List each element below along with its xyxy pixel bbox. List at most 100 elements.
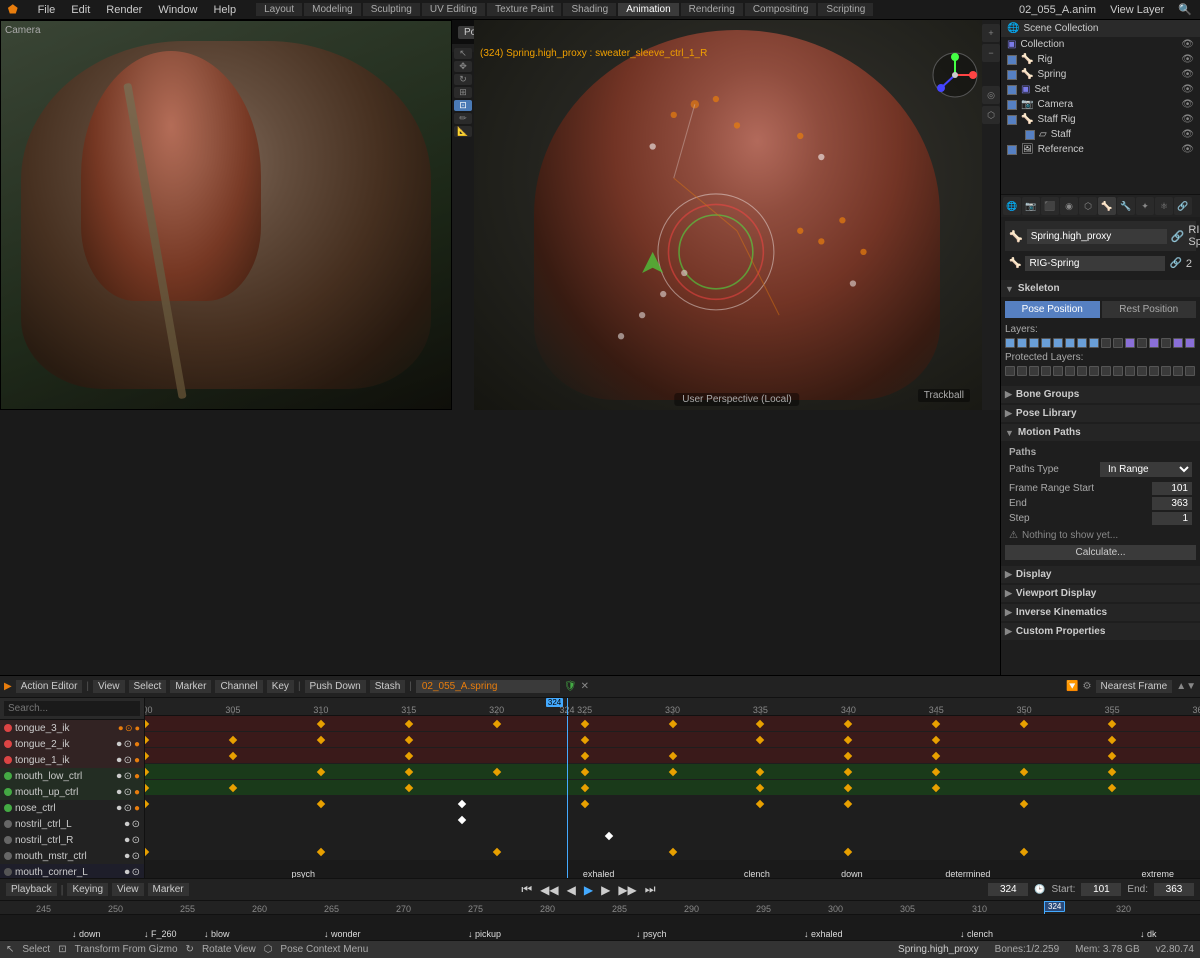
keyframe[interactable] <box>1020 847 1028 855</box>
ae-pushdown-btn[interactable]: Push Down <box>305 680 366 693</box>
layer-0[interactable] <box>1005 338 1015 348</box>
keyframe[interactable] <box>1108 735 1116 743</box>
tab-particles[interactable]: ✦ <box>1136 197 1154 215</box>
mute-icon[interactable]: ⊙ <box>124 803 132 814</box>
start-frame-input[interactable] <box>1081 883 1121 896</box>
workspace-rendering[interactable]: Rendering <box>681 3 743 16</box>
keyframe[interactable] <box>932 767 940 775</box>
set-visibility-checkbox[interactable] <box>1007 85 1017 95</box>
keyframe[interactable] <box>1108 751 1116 759</box>
menu-help[interactable]: Help <box>209 4 240 16</box>
kf-row-mouth-low[interactable] <box>145 764 1200 780</box>
camera-viewport[interactable]: Camera <box>0 20 452 410</box>
skip-start-btn[interactable]: ⏮ <box>519 882 534 897</box>
keyframe[interactable] <box>317 767 325 775</box>
workspace-texture[interactable]: Texture Paint <box>487 3 561 16</box>
keyframe[interactable] <box>492 847 500 855</box>
keyframe[interactable] <box>580 783 588 791</box>
tab-constraints[interactable]: 🔗 <box>1174 197 1192 215</box>
staff-eye-icon[interactable]: 👁 <box>1181 129 1194 140</box>
keyframe[interactable] <box>1020 719 1028 727</box>
transport-marker-btn[interactable]: Marker <box>148 883 189 896</box>
menu-window[interactable]: Window <box>154 4 201 16</box>
prot-layer-5[interactable] <box>1065 366 1075 376</box>
prot-layer-11[interactable] <box>1137 366 1147 376</box>
mute-icon[interactable]: ⊙ <box>124 771 132 782</box>
mute-icon[interactable]: ⊙ <box>132 851 140 862</box>
keyframe[interactable] <box>756 783 764 791</box>
layer-9[interactable] <box>1113 338 1123 348</box>
keyframe[interactable] <box>145 735 149 743</box>
mute-icon[interactable]: ⊙ <box>132 835 140 846</box>
keyframe[interactable] <box>317 719 325 727</box>
dot-icon[interactable]: ● <box>134 771 140 782</box>
channel-nose-ctrl[interactable]: nose_ctrl ⏺ ⊙ ● <box>0 800 144 816</box>
keyframe[interactable] <box>580 719 588 727</box>
keyframe[interactable] <box>844 719 852 727</box>
keyframe[interactable] <box>580 751 588 759</box>
keyframe[interactable] <box>932 719 940 727</box>
channel-nostril-R[interactable]: nostril_ctrl_R ⏺ ⊙ <box>0 832 144 848</box>
keyframe[interactable] <box>932 751 940 759</box>
prot-layer-12[interactable] <box>1149 366 1159 376</box>
mute-icon[interactable]: ⊙ <box>124 787 132 798</box>
keyframe[interactable] <box>668 751 676 759</box>
prev-frame-btn[interactable]: ◀ <box>565 883 578 897</box>
keyframe[interactable] <box>145 767 149 775</box>
ae-action-name-input[interactable] <box>416 680 560 693</box>
layer-13[interactable] <box>1161 338 1171 348</box>
channel-search-input[interactable] <box>4 701 140 716</box>
menu-file[interactable]: File <box>34 4 60 16</box>
tab-output[interactable]: ⬛ <box>1041 197 1059 215</box>
dot-icon[interactable]: ● <box>135 723 140 734</box>
mute-icon[interactable]: ⊙ <box>125 723 133 734</box>
rec-icon[interactable]: ⏺ <box>125 867 130 878</box>
search-icon[interactable]: 🔍 <box>1174 3 1196 16</box>
prot-layer-1[interactable] <box>1017 366 1027 376</box>
workspace-compositing[interactable]: Compositing <box>745 3 817 16</box>
camera-visibility-checkbox[interactable] <box>1007 100 1017 110</box>
tool-rotate[interactable]: ↻ <box>454 74 472 85</box>
playback-btn[interactable]: Playback <box>6 883 57 896</box>
eye-icon[interactable]: 👁 <box>1181 39 1194 50</box>
mute-icon[interactable]: ⊙ <box>124 755 132 766</box>
rig-link-icon[interactable]: 🔗 <box>1169 258 1181 269</box>
channel-mouth-mstr[interactable]: mouth_mstr_ctrl ⏺ ⊙ <box>0 848 144 864</box>
staffrig-visibility-checkbox[interactable] <box>1007 115 1017 125</box>
keyframe[interactable] <box>457 799 465 807</box>
toggle-xray[interactable]: ⬡ <box>982 106 1000 124</box>
spring-eye-icon[interactable]: 👁 <box>1181 69 1194 80</box>
pose-library-header[interactable]: ▶ Pose Library <box>1001 405 1200 422</box>
channel-tongue-1-ik[interactable]: tongue_1_ik ⏺ ⊙ ● <box>0 752 144 768</box>
kf-row-tongue-3[interactable] <box>145 716 1200 732</box>
kf-row-nostril-L[interactable] <box>145 812 1200 828</box>
channel-mouth-up-ctrl[interactable]: mouth_up_ctrl ⏺ ⊙ ● <box>0 784 144 800</box>
ik-header[interactable]: ▶ Inverse Kinematics <box>1001 604 1200 621</box>
keyframe[interactable] <box>492 767 500 775</box>
kf-row-tongue-1[interactable] <box>145 748 1200 764</box>
keyframe[interactable] <box>932 735 940 743</box>
kf-row-mouth-mstr[interactable] <box>145 844 1200 860</box>
layer-12[interactable] <box>1149 338 1159 348</box>
layer-6[interactable] <box>1077 338 1087 348</box>
keying-btn[interactable]: Keying <box>67 883 108 896</box>
keyframe[interactable] <box>756 767 764 775</box>
rec-icon[interactable]: ⏺ <box>117 739 122 750</box>
rec-icon[interactable]: ⏺ <box>125 819 130 830</box>
display-header[interactable]: ▶ Display <box>1001 566 1200 583</box>
zoom-out-icon[interactable]: − <box>982 44 1000 62</box>
keyframe[interactable] <box>405 751 413 759</box>
prot-layer-14[interactable] <box>1173 366 1183 376</box>
layer-7[interactable] <box>1089 338 1099 348</box>
keyframe[interactable] <box>457 815 465 823</box>
object-name-input[interactable] <box>1027 229 1167 244</box>
keyframe[interactable] <box>844 847 852 855</box>
mute-icon[interactable]: ⊙ <box>132 819 140 830</box>
keyframe[interactable] <box>405 767 413 775</box>
skip-end-btn[interactable]: ⏭ <box>643 882 658 897</box>
rig-eye-icon[interactable]: 👁 <box>1181 54 1194 65</box>
keyframe[interactable] <box>756 799 764 807</box>
layer-15[interactable] <box>1185 338 1195 348</box>
keyframe[interactable] <box>1108 719 1116 727</box>
menu-edit[interactable]: Edit <box>67 4 94 16</box>
